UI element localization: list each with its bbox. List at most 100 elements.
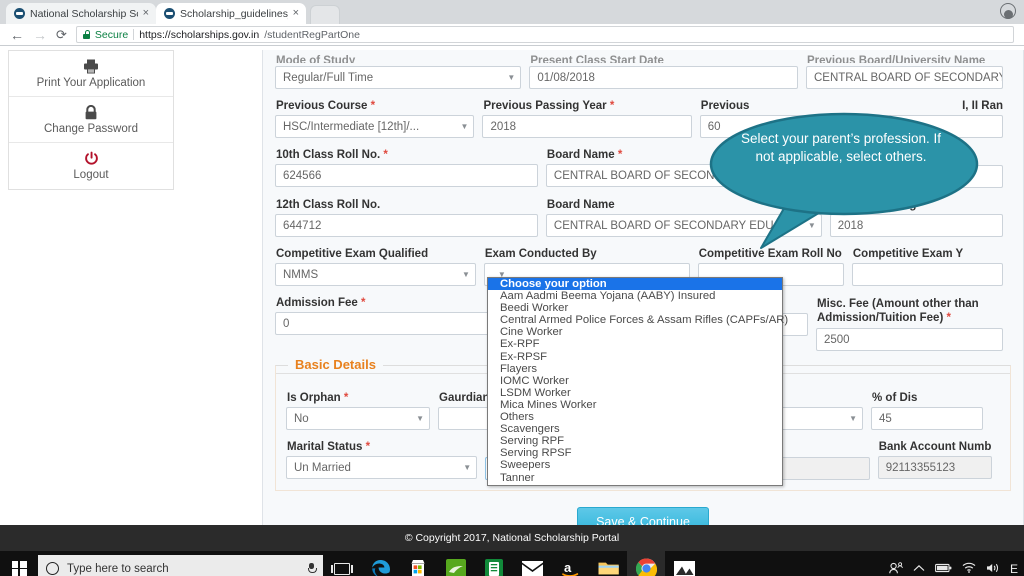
- battery-icon[interactable]: [935, 563, 952, 575]
- dropdown-option[interactable]: Choose your option: [488, 278, 782, 291]
- forward-icon[interactable]: →: [33, 28, 47, 42]
- dropdown-option[interactable]: Central Armed Police Forces & Assam Rifl…: [488, 314, 788, 326]
- marital-status-select[interactable]: Un Married ▼: [286, 456, 478, 480]
- mode-of-study-value: Regular/Full Time: [283, 71, 374, 84]
- volume-icon[interactable]: [986, 562, 1000, 576]
- security-status-label: Secure: [94, 28, 129, 41]
- previous-passing-year-label: Previous Passing Year *: [483, 100, 615, 112]
- dropdown-option[interactable]: Sweepers: [488, 459, 782, 471]
- task-view-icon: [331, 562, 353, 575]
- reload-icon[interactable]: ⟳: [56, 28, 67, 41]
- show-hidden-icons-icon[interactable]: [913, 563, 925, 575]
- taskbar-app-photos[interactable]: [665, 551, 703, 576]
- sidebar-item-label: Logout: [73, 169, 109, 181]
- mode-of-study-select[interactable]: Regular/Full Time ▼: [275, 66, 522, 89]
- new-tab-button[interactable]: [310, 5, 340, 24]
- required-marker: *: [617, 149, 623, 161]
- task-view-button[interactable]: [323, 551, 361, 576]
- dropdown-option[interactable]: Ex-RPF: [488, 338, 782, 350]
- browser-tab-2[interactable]: Scholarship_guidelines_N ×: [156, 3, 306, 24]
- misc-fee-input[interactable]: 2500: [816, 328, 1003, 352]
- bank-account-number-value: 92113355123: [885, 461, 956, 474]
- previous-course-select[interactable]: HSC/Intermediate [12th]/... ▼: [275, 115, 475, 138]
- sidebar-item-logout[interactable]: Logout: [9, 143, 173, 189]
- sidebar-item-label: Print Your Application: [36, 76, 146, 89]
- annotation-callout: Select your parent’s profession. If not …: [709, 108, 1014, 278]
- competitive-exam-qualified-select[interactable]: NMMS ▼: [275, 263, 476, 286]
- cortana-circle-icon: [46, 562, 59, 575]
- percent-of-disability-input[interactable]: 45: [871, 407, 983, 431]
- close-icon[interactable]: ×: [143, 8, 149, 19]
- exam-conducted-by-label: Exam Conducted By: [484, 248, 597, 260]
- language-icon[interactable]: E: [1010, 563, 1018, 575]
- taskbar-search-input[interactable]: Type here to search: [38, 555, 323, 576]
- taskbar-app-green[interactable]: [437, 551, 475, 576]
- competitive-exam-qualified-value: NMMS: [283, 268, 319, 281]
- dropdown-option[interactable]: Beedi Worker: [488, 302, 782, 314]
- exam-conducted-by-dropdown-list[interactable]: Choose your option Aam Aadmi Beema Yojan…: [487, 277, 788, 486]
- browser-tab-1[interactable]: National Scholarship Sch ×: [6, 3, 156, 24]
- dropdown-option[interactable]: Cine Worker: [488, 326, 782, 338]
- dropdown-option[interactable]: LSDM Worker: [488, 387, 782, 399]
- photos-icon: [673, 560, 695, 576]
- taskbar-app-amazon[interactable]: a: [551, 551, 589, 576]
- bank-account-number-input[interactable]: 92113355123: [877, 456, 992, 480]
- dropdown-option[interactable]: Tanner: [488, 472, 782, 484]
- previous-passing-year-input[interactable]: 2018: [482, 115, 692, 138]
- copyright-text: © Copyright 2017, National Scholarship P…: [404, 532, 620, 544]
- dropdown-option[interactable]: Serving RPF: [488, 435, 782, 447]
- chevron-down-icon: ▼: [463, 463, 472, 473]
- percent-of-disability-value: 45: [879, 412, 892, 425]
- dropdown-option[interactable]: Others: [488, 411, 782, 423]
- system-tray: E: [889, 551, 1024, 576]
- is-orphan-select[interactable]: No ▼: [286, 407, 430, 431]
- taskbar-app-microsoft-store[interactable]: [399, 551, 437, 576]
- green-app-icon: [446, 558, 466, 576]
- browser-tab-title: Scholarship_guidelines_N: [180, 7, 288, 20]
- required-marker: *: [343, 392, 349, 405]
- people-icon[interactable]: [889, 561, 903, 576]
- back-icon[interactable]: ←: [10, 28, 24, 42]
- browser-tab-title: National Scholarship Sch: [30, 7, 138, 20]
- address-bar[interactable]: Secure https://scholarships.gov.in/stude…: [75, 26, 1014, 43]
- misc-fee-label: Misc. Fee (Amount other than Admission/T…: [817, 298, 979, 325]
- twelfth-class-roll-no-input[interactable]: 644712: [275, 214, 538, 237]
- dropdown-option[interactable]: Flayers: [488, 363, 782, 375]
- globe-icon: [14, 8, 25, 19]
- previous-course-value: HSC/Intermediate [12th]/...: [283, 120, 420, 133]
- taskbar-app-edge[interactable]: [361, 551, 399, 576]
- lock-icon: [84, 104, 98, 120]
- present-class-start-date-label: Present Class Start Date: [530, 55, 664, 63]
- taskbar-app-chrome[interactable]: [627, 551, 665, 576]
- taskbar-app-file-explorer[interactable]: [589, 551, 627, 576]
- dropdown-option[interactable]: IOMC Worker: [488, 375, 782, 387]
- wifi-icon[interactable]: [962, 562, 976, 575]
- chrome-icon: [635, 558, 657, 576]
- is-orphan-value: No: [294, 412, 309, 425]
- start-button[interactable]: [0, 551, 38, 576]
- previous-board-university-name-input[interactable]: CENTRAL BOARD OF SECONDARY: [806, 66, 1003, 89]
- dropdown-option[interactable]: Serving RPSF: [488, 447, 782, 459]
- is-orphan-label: Is Orphan *: [287, 392, 349, 405]
- page-viewport: Print Your Application Change Password L…: [0, 46, 1024, 551]
- url-host: https://scholarships.gov.in: [139, 28, 260, 41]
- browser-omnibar: ← → ⟳ Secure https://scholarships.gov.in…: [0, 24, 1024, 46]
- close-icon[interactable]: ×: [293, 8, 299, 19]
- tenth-class-roll-no-value: 624566: [283, 169, 322, 182]
- dropdown-option[interactable]: Mica Mines Worker: [488, 399, 782, 411]
- dropdown-option[interactable]: Scavengers: [488, 423, 782, 435]
- previous-board-university-name-label: Previous Board/University Name: [807, 55, 986, 63]
- taskbar-app-notes[interactable]: [475, 551, 513, 576]
- tenth-class-roll-no-input[interactable]: 624566: [275, 164, 538, 187]
- edge-icon: [371, 560, 390, 576]
- twelfth-class-roll-no-value: 644712: [283, 219, 322, 232]
- sidebar-item-change-password[interactable]: Change Password: [9, 97, 173, 143]
- dropdown-option[interactable]: Ex-RPSF: [488, 351, 782, 363]
- present-class-start-date-input[interactable]: 01/08/2018: [529, 66, 798, 89]
- microphone-icon[interactable]: [308, 562, 317, 575]
- sidebar-item-print-your-application[interactable]: Print Your Application: [9, 51, 173, 97]
- dropdown-option[interactable]: Aam Aadmi Beema Yojana (AABY) Insured: [488, 290, 782, 302]
- taskbar-app-mail[interactable]: [513, 551, 551, 576]
- profile-avatar-icon[interactable]: [1000, 3, 1016, 19]
- microsoft-store-icon: [411, 560, 425, 576]
